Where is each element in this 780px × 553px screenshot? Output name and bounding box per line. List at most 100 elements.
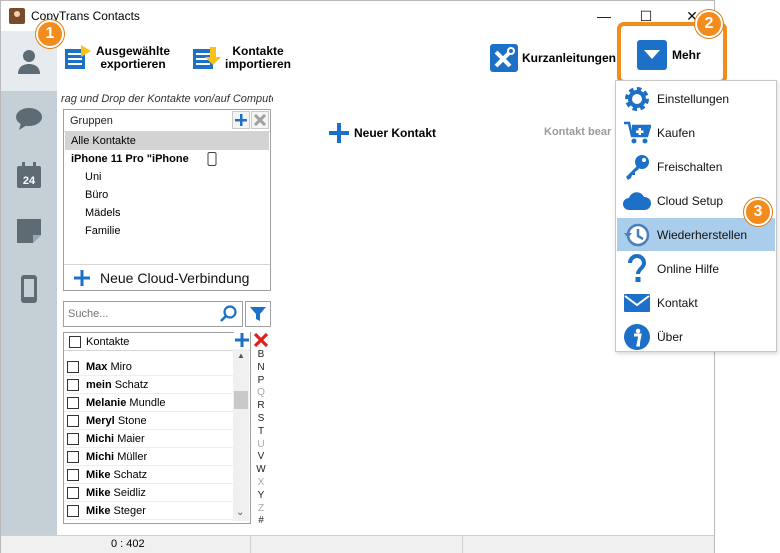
- groups-header: Gruppen: [64, 110, 270, 132]
- status-separator: [250, 536, 251, 553]
- step-badge-1: 1: [36, 20, 64, 48]
- menu-item-label: Einstellungen: [657, 91, 730, 106]
- group-item-device[interactable]: iPhone 11 Pro "iPhone: [65, 150, 269, 168]
- scrollbar-thumb[interactable]: [234, 391, 248, 409]
- contact-row[interactable]: Max Miro: [64, 358, 250, 376]
- alphabet-letter[interactable]: Y: [252, 490, 270, 503]
- alphabet-letter[interactable]: S: [252, 413, 270, 426]
- group-label: Büro: [85, 189, 109, 201]
- sidebar-item-messages[interactable]: [1, 89, 57, 149]
- menu-item-settings[interactable]: Einstellungen: [617, 82, 775, 115]
- contact-first-name: Melanie: [86, 397, 127, 409]
- contact-name: Mike Seidliz: [86, 484, 146, 502]
- contact-checkbox[interactable]: [67, 487, 79, 499]
- contact-last-name: Maier: [117, 433, 145, 445]
- filter-button[interactable]: [245, 301, 271, 327]
- contacts-header: Kontakte: [64, 333, 250, 351]
- contact-first-name: mein: [86, 379, 112, 391]
- contact-name: Mike Schatz: [86, 466, 147, 484]
- edit-contact-button[interactable]: Kontakt bear: [544, 126, 611, 138]
- step-badge-3: 3: [744, 198, 772, 226]
- group-label: iPhone 11 Pro "iPhone: [71, 153, 189, 165]
- alphabet-letter[interactable]: P: [252, 375, 270, 388]
- sidebar-item-notes[interactable]: [1, 201, 57, 261]
- minimize-button[interactable]: —: [589, 5, 619, 27]
- alphabet-letter[interactable]: #: [252, 515, 270, 528]
- contact-last-name: Seidliz: [113, 487, 146, 499]
- menu-item-about[interactable]: Über: [617, 320, 775, 353]
- alphabet-letter[interactable]: Z: [252, 503, 270, 516]
- new-cloud-connection-button[interactable]: Neue Cloud-Verbindung: [64, 264, 270, 290]
- contact-row[interactable]: Mike Seidliz: [64, 484, 250, 502]
- contact-row[interactable]: Michi Maier: [64, 430, 250, 448]
- search-input[interactable]: [68, 306, 218, 322]
- chevron-down-icon[interactable]: ⌄: [236, 507, 244, 518]
- contact-row[interactable]: Mike Steger: [64, 502, 250, 520]
- group-item-uni[interactable]: Uni: [65, 168, 269, 186]
- alphabet-letter[interactable]: W: [252, 464, 270, 477]
- menu-item-unlock[interactable]: Freischalten: [617, 150, 775, 183]
- alphabet-index: B N P Q R S T U V W X Y Z #: [252, 349, 270, 528]
- contact-row[interactable]: Meryl Stone: [64, 412, 250, 430]
- contact-row[interactable]: mein Schatz: [64, 376, 250, 394]
- alphabet-letter[interactable]: B: [252, 349, 270, 362]
- import-contacts-button[interactable]: Kontakte importieren: [191, 43, 293, 73]
- contact-last-name: Schatz: [113, 469, 148, 481]
- contact-row[interactable]: Michi Müller: [64, 448, 250, 466]
- contact-row[interactable]: Mike Schatz: [64, 466, 250, 484]
- alphabet-letter[interactable]: N: [252, 362, 270, 375]
- contact-last-name: Stone: [117, 415, 147, 427]
- group-item-all[interactable]: Alle Kontakte: [65, 132, 269, 150]
- cart-icon: [624, 121, 651, 143]
- sidebar: 24: [1, 31, 57, 536]
- sidebar-item-calendar[interactable]: 24: [1, 145, 57, 205]
- group-item-buero[interactable]: Büro: [65, 186, 269, 204]
- plus-icon: [74, 269, 90, 286]
- contact-checkbox[interactable]: [67, 433, 79, 445]
- new-contact-button[interactable]: Neuer Kontakt: [329, 123, 436, 143]
- contact-checkbox[interactable]: [67, 415, 79, 427]
- export-selected-button[interactable]: Ausgewählte exportieren: [63, 43, 171, 73]
- chat-bubble-icon: [16, 108, 42, 130]
- alphabet-letter[interactable]: U: [252, 439, 270, 452]
- select-all-checkbox[interactable]: [69, 336, 81, 348]
- add-contact-mini-button[interactable]: [234, 332, 250, 348]
- search-icon[interactable]: [220, 305, 238, 323]
- menu-item-buy[interactable]: Kaufen: [617, 116, 775, 149]
- contact-row[interactable]: Melanie Mundle: [64, 394, 250, 412]
- contact-first-name: Michi: [86, 451, 115, 463]
- menu-item-label: Freischalten: [657, 159, 723, 174]
- quick-guides-button[interactable]: Kurzanleitungen: [489, 43, 616, 73]
- add-group-button[interactable]: [232, 111, 250, 129]
- contact-checkbox[interactable]: [67, 469, 79, 481]
- contact-name: Max Miro: [86, 358, 132, 376]
- delete-group-button[interactable]: [251, 111, 269, 129]
- group-item-familie[interactable]: Familie: [65, 222, 269, 240]
- contact-checkbox[interactable]: [67, 505, 79, 517]
- alphabet-letter[interactable]: V: [252, 451, 270, 464]
- history-icon: [624, 223, 650, 246]
- delete-contact-mini-button[interactable]: [253, 332, 269, 348]
- contact-checkbox[interactable]: [67, 397, 79, 409]
- contact-last-name: Müller: [117, 451, 148, 463]
- sidebar-item-devices[interactable]: [1, 259, 57, 319]
- info-icon: [624, 323, 650, 350]
- menu-item-online-help[interactable]: Online Hilfe: [617, 252, 775, 285]
- group-label: Alle Kontakte: [71, 135, 136, 147]
- group-label: Uni: [85, 171, 102, 183]
- alphabet-letter[interactable]: R: [252, 400, 270, 413]
- contact-checkbox[interactable]: [67, 379, 79, 391]
- scroll-up-icon[interactable]: ▲: [237, 351, 245, 360]
- new-cloud-connection-label: Neue Cloud-Verbindung: [100, 269, 250, 286]
- alphabet-letter[interactable]: T: [252, 426, 270, 439]
- groups-panel: Gruppen Alle Kontakte iPhone 11 Pro "iPh…: [63, 109, 271, 291]
- alphabet-letter[interactable]: Q: [252, 387, 270, 400]
- contact-checkbox[interactable]: [67, 361, 79, 373]
- contacts-scrollbar[interactable]: ▲ ⌄: [233, 349, 249, 521]
- group-item-maedels[interactable]: Mädels: [65, 204, 269, 222]
- contact-checkbox[interactable]: [67, 451, 79, 463]
- more-button[interactable]: Mehr: [637, 40, 701, 70]
- alphabet-letter[interactable]: X: [252, 477, 270, 490]
- menu-item-contact[interactable]: Kontakt: [617, 286, 775, 319]
- contacts-list: Kontakte Max Miro mein Schatz Melanie Mund…: [63, 332, 251, 524]
